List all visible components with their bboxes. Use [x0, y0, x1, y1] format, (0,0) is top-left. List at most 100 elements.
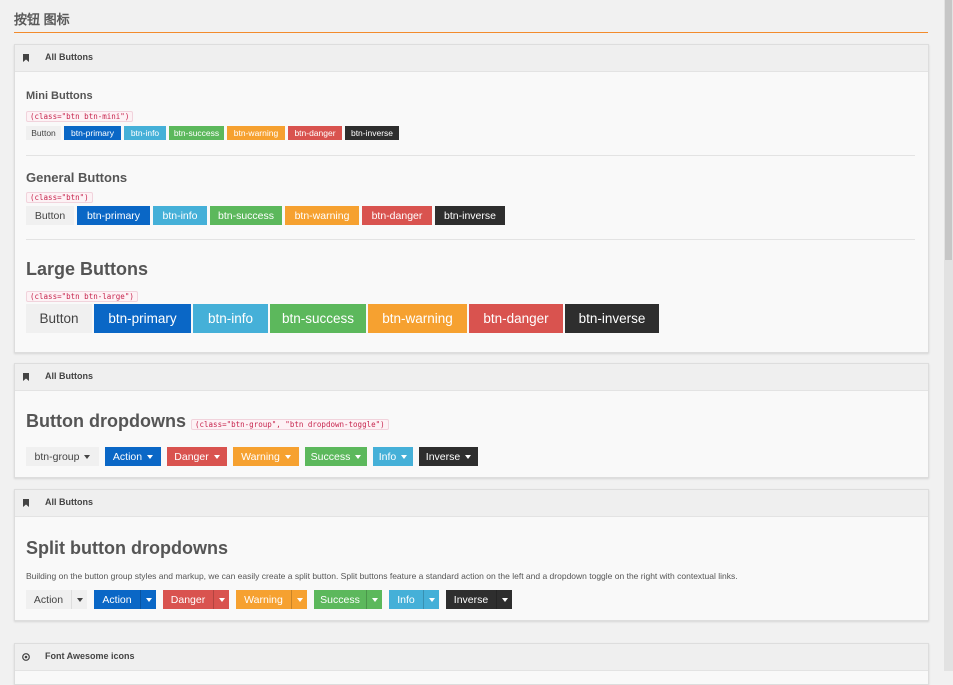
split-button-default: Action: [26, 590, 87, 609]
bookmark-icon: [23, 373, 29, 381]
panel-header[interactable]: Font Awesome icons: [15, 644, 928, 671]
button-primary[interactable]: btn-primary: [64, 126, 121, 140]
bookmark-icon: [23, 499, 29, 507]
button-dropdowns-code: (class="btn-group", "btn dropdown-toggle…: [191, 419, 389, 430]
split-button-primary: Action: [94, 590, 156, 609]
panel-header[interactable]: All Buttons: [15, 45, 928, 72]
split-main-button[interactable]: Danger: [163, 590, 213, 609]
button-dropdowns-heading: Button dropdowns: [26, 411, 186, 431]
info-dropdown[interactable]: Info: [373, 447, 413, 466]
split-button-warning: Warning: [236, 590, 307, 609]
dropdown-label: Success: [310, 450, 351, 463]
split-main-button[interactable]: Action: [26, 590, 71, 609]
caret-down-icon: [371, 597, 378, 602]
section-divider: [26, 155, 915, 156]
bookmark-icon: [23, 54, 29, 62]
caret-down-icon: [296, 597, 303, 602]
button-info[interactable]: btn-info: [193, 304, 268, 333]
split-toggle-button[interactable]: [71, 590, 87, 609]
button-warning[interactable]: btn-warning: [285, 206, 359, 225]
button-success[interactable]: btn-success: [270, 304, 366, 333]
button-warning[interactable]: btn-warning: [368, 304, 467, 333]
caret-down-icon: [76, 597, 83, 602]
scrollbar-thumb[interactable]: [945, 0, 952, 260]
caret-down-icon: [465, 454, 472, 459]
large-buttons-code: (class="btn btn-large"): [26, 291, 138, 302]
panel-title: All Buttons: [45, 371, 93, 381]
button-success[interactable]: btn-success: [169, 126, 224, 140]
button-danger[interactable]: btn-danger: [469, 304, 563, 333]
button-success[interactable]: btn-success: [210, 206, 282, 225]
inverse-dropdown[interactable]: Inverse: [419, 447, 478, 466]
button-default[interactable]: Button: [26, 206, 74, 225]
button-danger[interactable]: btn-danger: [288, 126, 342, 140]
dropdown-buttons-row: btn-group Action Danger Warning Success …: [26, 447, 478, 466]
general-buttons-heading: General Buttons: [26, 170, 128, 185]
panel-title: All Buttons: [45, 52, 93, 62]
mini-buttons-heading: Mini Buttons: [26, 90, 93, 102]
split-dropdowns-heading: Split button dropdowns: [26, 538, 228, 558]
mini-buttons-row: Button btn-primary btn-info btn-success …: [26, 126, 399, 140]
panel-header[interactable]: All Buttons: [15, 490, 928, 517]
danger-dropdown[interactable]: Danger: [167, 447, 227, 466]
dropdown-label: Warning: [241, 450, 280, 463]
split-main-button[interactable]: Warning: [236, 590, 291, 609]
title-divider: [14, 32, 928, 33]
split-main-button[interactable]: Inverse: [446, 590, 496, 609]
mini-buttons-code: (class="btn btn-mini"): [26, 111, 134, 122]
split-main-button[interactable]: Info: [389, 590, 423, 609]
panel-title: All Buttons: [45, 497, 93, 507]
button-inverse[interactable]: btn-inverse: [565, 304, 659, 333]
caret-down-icon: [213, 454, 220, 459]
target-icon: [22, 653, 30, 661]
dropdown-label: Inverse: [425, 450, 461, 463]
button-dropdowns-panel: All Buttons Button dropdowns (class="btn…: [14, 363, 929, 478]
button-primary[interactable]: btn-primary: [77, 206, 150, 225]
caret-down-icon: [501, 597, 508, 602]
caret-down-icon: [84, 454, 91, 459]
scrollbar[interactable]: [944, 0, 953, 671]
caret-down-icon: [428, 597, 435, 602]
split-dropdowns-panel: All Buttons Split button dropdowns Build…: [14, 489, 929, 621]
page-title: 按钮 图标: [14, 12, 70, 27]
split-buttons-row: Action Action Danger Warning Success Inf…: [26, 590, 512, 609]
button-warning[interactable]: btn-warning: [227, 126, 285, 140]
caret-down-icon: [218, 597, 225, 602]
dropdown-label: Info: [378, 450, 397, 463]
split-toggle-button[interactable]: [366, 590, 382, 609]
button-inverse[interactable]: btn-inverse: [345, 126, 399, 140]
button-primary[interactable]: btn-primary: [94, 304, 191, 333]
split-main-button[interactable]: Action: [94, 590, 140, 609]
split-toggle-button[interactable]: [423, 590, 439, 609]
split-toggle-button[interactable]: [291, 590, 307, 609]
large-buttons-heading: Large Buttons: [26, 259, 149, 279]
button-danger[interactable]: btn-danger: [362, 206, 432, 225]
panel-title: Font Awesome icons: [45, 651, 135, 661]
large-buttons-row: Button btn-primary btn-info btn-success …: [26, 304, 659, 333]
split-dropdowns-description: Building on the button group styles and …: [26, 571, 738, 581]
btn-group-dropdown[interactable]: btn-group: [26, 447, 99, 466]
panel-header[interactable]: All Buttons: [15, 364, 928, 391]
section-divider: [26, 239, 915, 240]
split-toggle-button[interactable]: [496, 590, 512, 609]
button-inverse[interactable]: btn-inverse: [435, 206, 505, 225]
split-toggle-button[interactable]: [140, 590, 156, 609]
all-buttons-panel: All Buttons Mini Buttons (class="btn btn…: [14, 44, 929, 353]
dropdown-label: Danger: [174, 450, 209, 463]
general-buttons-code: (class="btn"): [26, 192, 93, 203]
button-info[interactable]: btn-info: [124, 126, 166, 140]
split-toggle-button[interactable]: [213, 590, 229, 609]
button-default[interactable]: Button: [26, 126, 61, 140]
caret-down-icon: [355, 454, 362, 459]
dropdown-label: Action: [112, 450, 143, 463]
button-info[interactable]: btn-info: [153, 206, 207, 225]
dropdown-label: btn-group: [34, 450, 80, 463]
split-main-button[interactable]: Success: [314, 590, 366, 609]
caret-down-icon: [401, 454, 408, 459]
warning-dropdown[interactable]: Warning: [233, 447, 299, 466]
caret-down-icon: [284, 454, 291, 459]
success-dropdown[interactable]: Success: [305, 447, 367, 466]
button-default[interactable]: Button: [26, 304, 92, 333]
action-dropdown[interactable]: Action: [105, 447, 161, 466]
caret-down-icon: [145, 597, 152, 602]
